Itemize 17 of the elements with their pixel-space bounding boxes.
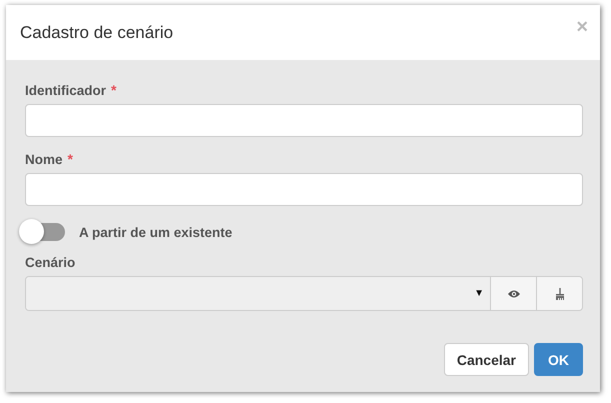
field-label: Cenário [25, 255, 76, 270]
dialog-title: Cadastro de cenário [20, 22, 174, 42]
scenario-dropdown[interactable]: ▼ [26, 277, 490, 310]
field-label: Nome [25, 152, 63, 167]
required-mark: * [111, 82, 116, 98]
input-field[interactable] [25, 173, 583, 206]
cancel-button[interactable]: Cancelar [444, 343, 529, 376]
field-label: Identificador [25, 83, 106, 98]
toggle-label: A partir de um existente [79, 224, 232, 240]
view-button[interactable] [490, 277, 536, 310]
broom-icon [554, 288, 564, 300]
caret-icon: ▼ [474, 288, 484, 299]
ok-button[interactable]: OK [534, 343, 583, 376]
eye-icon [506, 288, 520, 298]
input-field[interactable] [25, 104, 583, 137]
clear-button[interactable] [536, 277, 582, 310]
required-mark: * [68, 151, 73, 167]
